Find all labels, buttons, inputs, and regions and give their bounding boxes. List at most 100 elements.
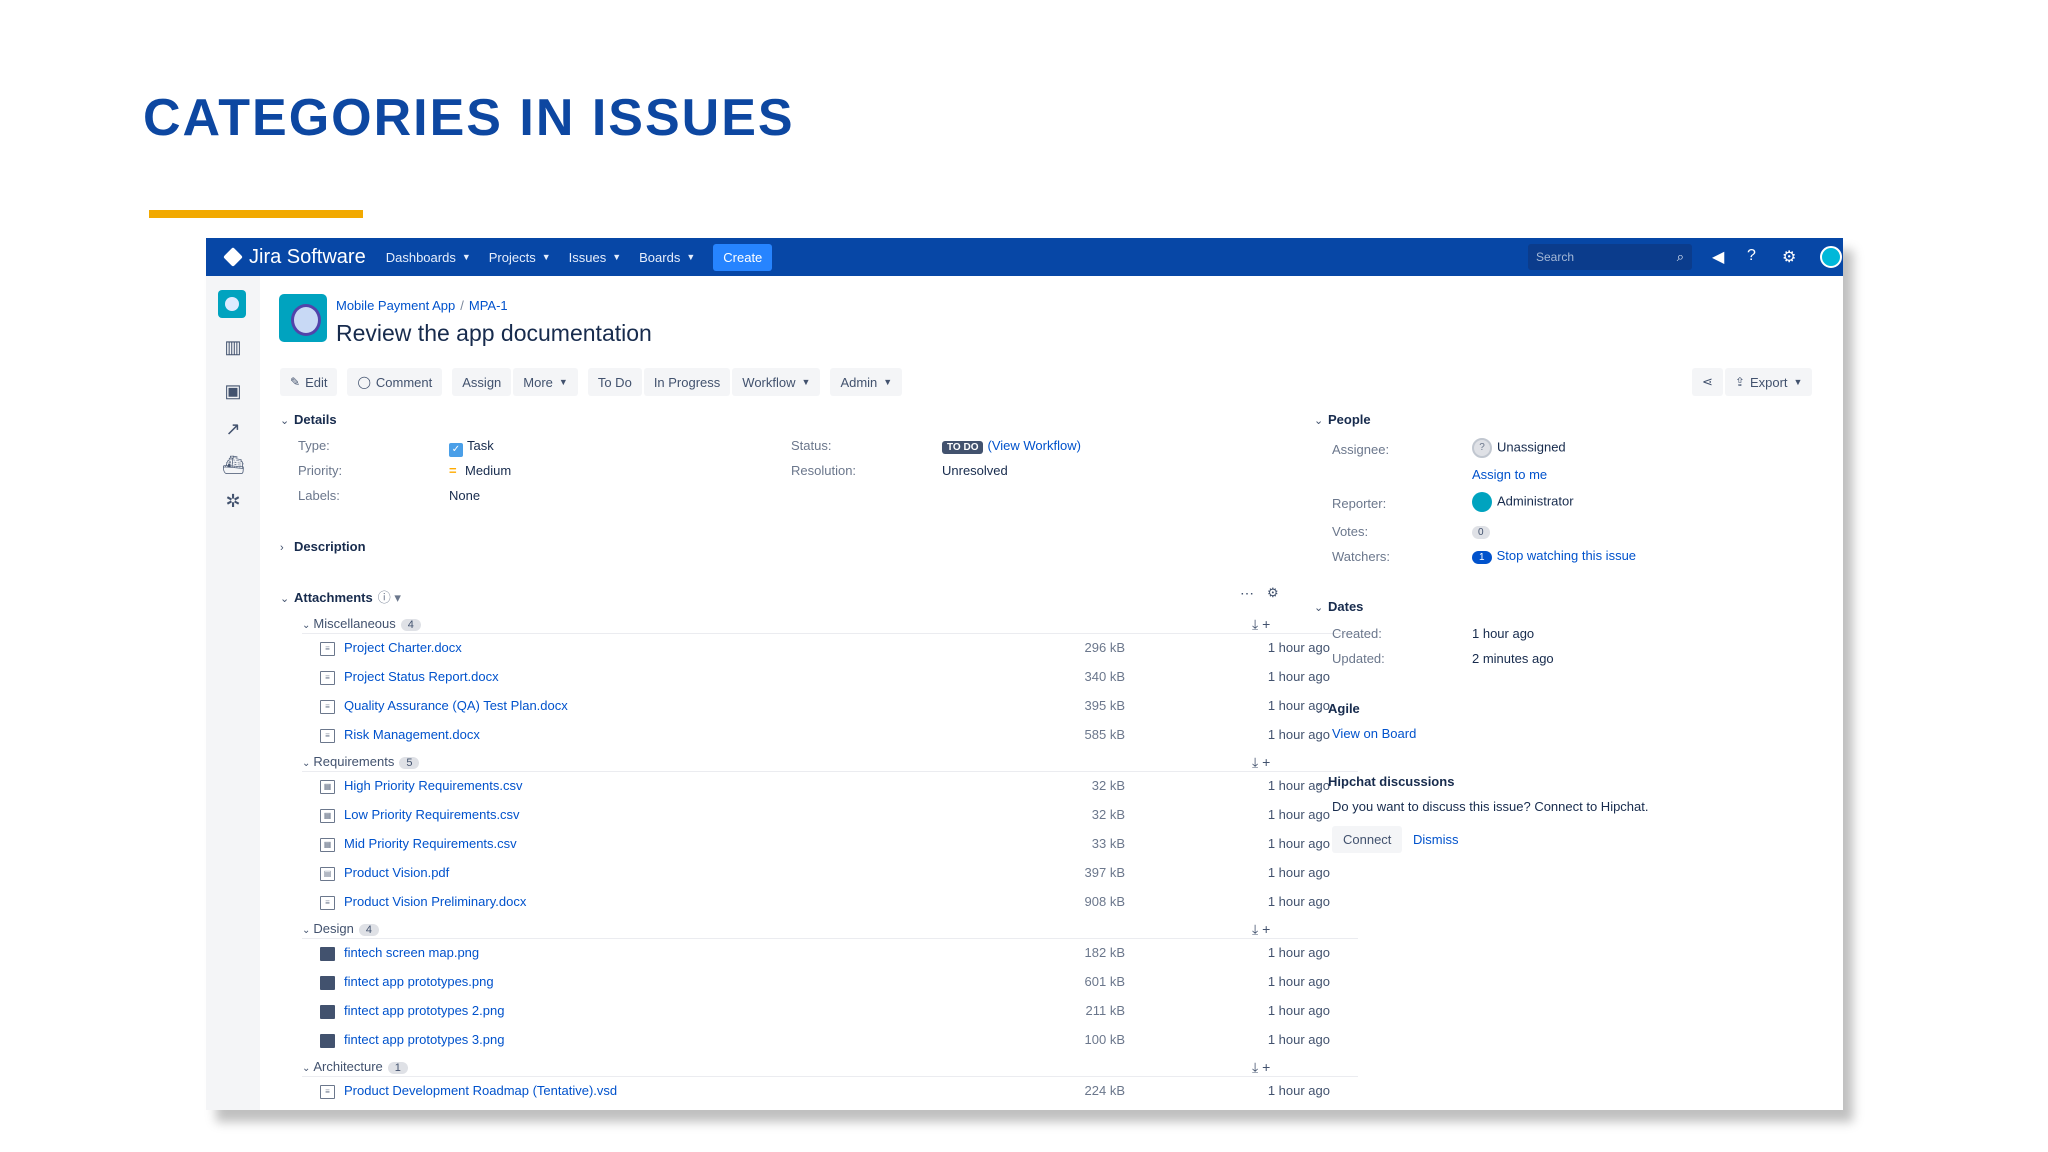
help-icon[interactable]: ⓘ ▾ bbox=[378, 590, 401, 605]
more-options-icon[interactable]: ⋯ bbox=[1240, 585, 1254, 602]
dismiss-link[interactable]: Dismiss bbox=[1413, 832, 1459, 847]
download-icon[interactable]: ⤓ bbox=[1252, 921, 1258, 937]
attachment-row[interactable]: ≡ Risk Management.docx 585 kB 1 hour ago bbox=[320, 727, 1330, 749]
description-heading[interactable]: › Description bbox=[280, 539, 366, 554]
attachment-row[interactable]: ≡ Quality Assurance (QA) Test Plan.docx 39… bbox=[320, 698, 1330, 720]
file-name[interactable]: Product Development Roadmap (Tentative).… bbox=[344, 1083, 617, 1098]
addons-icon[interactable]: ✲ bbox=[222, 490, 244, 512]
attachment-row[interactable]: fintech screen map.png 182 kB 1 hour ago bbox=[320, 945, 1330, 967]
attachment-row[interactable]: fintect app prototypes.png 601 kB 1 hour a… bbox=[320, 974, 1330, 996]
assign-to-me-link[interactable]: Assign to me bbox=[1472, 467, 1547, 482]
comment-button[interactable]: ◯ Comment bbox=[347, 368, 443, 396]
attachment-row[interactable]: ≡ Product Development Roadmap (Tentative)… bbox=[320, 1083, 1330, 1105]
file-name[interactable]: Quality Assurance (QA) Test Plan.docx bbox=[344, 698, 568, 713]
file-name[interactable]: fintect app prototypes 3.png bbox=[344, 1032, 504, 1047]
download-icon[interactable]: ⤓ bbox=[1252, 1059, 1258, 1075]
issue-project-avatar[interactable] bbox=[279, 294, 327, 342]
file-name[interactable]: Project Charter.docx bbox=[344, 640, 462, 655]
project-avatar[interactable] bbox=[218, 290, 246, 318]
breadcrumb-project[interactable]: Mobile Payment App bbox=[336, 298, 455, 313]
attachment-row[interactable]: ▦ High Priority Requirements.csv 32 kB 1 ho… bbox=[320, 778, 1330, 800]
settings-icon[interactable]: ⚙ bbox=[1782, 247, 1796, 267]
reporter-name[interactable]: Administrator bbox=[1497, 493, 1574, 508]
nav-issues[interactable]: Issues ▼ bbox=[569, 250, 622, 265]
add-icon[interactable]: + bbox=[1262, 921, 1270, 937]
issue-title[interactable]: Review the app documentation bbox=[336, 320, 652, 347]
votes-value[interactable]: 0 bbox=[1472, 523, 1490, 539]
attachment-row[interactable]: ▤ Product Vision.pdf 397 kB 1 hour ago bbox=[320, 865, 1330, 887]
jira-logo[interactable]: Jira Software bbox=[223, 245, 366, 269]
file-name[interactable]: Product Vision.pdf bbox=[344, 865, 449, 880]
export-button[interactable]: ⇪ Export ▼ bbox=[1724, 368, 1813, 396]
file-name[interactable]: High Priority Requirements.csv bbox=[344, 778, 522, 793]
attachment-row[interactable]: fintect app prototypes 2.png 211 kB 1 hour… bbox=[320, 1003, 1330, 1025]
file-name[interactable]: Mid Priority Requirements.csv bbox=[344, 836, 517, 851]
user-avatar[interactable] bbox=[1820, 246, 1842, 268]
view-workflow-link[interactable]: (View Workflow) bbox=[987, 438, 1080, 453]
search-input[interactable]: Search ⌕ bbox=[1528, 244, 1692, 270]
group-actions[interactable]: ⤓ + bbox=[1252, 616, 1270, 633]
releases-icon[interactable]: ⛴ bbox=[222, 454, 245, 476]
todo-button[interactable]: To Do bbox=[587, 368, 642, 396]
attachment-row[interactable]: ▦ Mid Priority Requirements.csv 33 kB 1 hou… bbox=[320, 836, 1330, 858]
issues-icon[interactable]: ▣ bbox=[222, 380, 244, 402]
file-name[interactable]: Low Priority Requirements.csv bbox=[344, 807, 520, 822]
attachment-group-miscellaneous[interactable]: ⌄ Miscellaneous 4 bbox=[302, 616, 421, 631]
attachment-settings-icon[interactable]: ⚙ bbox=[1267, 585, 1279, 601]
file-name[interactable]: Risk Management.docx bbox=[344, 727, 480, 742]
workflow-button[interactable]: Workflow ▼ bbox=[732, 368, 821, 396]
breadcrumb-issue-key[interactable]: MPA-1 bbox=[469, 298, 508, 313]
chevron-down-icon: ▼ bbox=[686, 252, 696, 262]
reports-icon[interactable]: ↗ bbox=[222, 418, 244, 440]
nav-issues-label: Issues bbox=[568, 249, 607, 265]
attachment-group-architecture[interactable]: ⌄ Architecture 1 bbox=[302, 1059, 408, 1074]
file-name[interactable]: Project Status Report.docx bbox=[344, 669, 499, 684]
agile-heading[interactable]: ⌄ Agile bbox=[1314, 701, 1360, 716]
megaphone-icon[interactable]: ◀ bbox=[1712, 247, 1724, 267]
file-name[interactable]: fintech screen map.png bbox=[344, 945, 479, 960]
attachment-row[interactable]: ≡ Product Vision Preliminary.docx 908 kB 1 … bbox=[320, 894, 1330, 916]
group-actions[interactable]: ⤓ + bbox=[1252, 754, 1270, 771]
group-actions[interactable]: ⤓ + bbox=[1252, 1059, 1270, 1076]
attachment-group-requirements[interactable]: ⌄ Requirements 5 bbox=[302, 754, 420, 769]
file-name[interactable]: fintect app prototypes.png bbox=[344, 974, 494, 989]
attachment-row[interactable]: ≡ Project Charter.docx 296 kB 1 hour ago bbox=[320, 640, 1330, 662]
add-icon[interactable]: + bbox=[1262, 616, 1270, 632]
nav-boards[interactable]: Boards ▼ bbox=[639, 250, 695, 265]
slide-title: CATEGORIES IN ISSUES bbox=[143, 89, 795, 147]
help-icon[interactable]: ? bbox=[1747, 247, 1756, 265]
add-icon[interactable]: + bbox=[1262, 1059, 1270, 1075]
nav-projects[interactable]: Projects ▼ bbox=[489, 250, 551, 265]
download-icon[interactable]: ⤓ bbox=[1252, 754, 1258, 770]
nav-dashboards[interactable]: Dashboards ▼ bbox=[386, 250, 471, 265]
board-icon[interactable]: ▥ bbox=[222, 336, 244, 358]
people-heading[interactable]: ⌄ People bbox=[1314, 412, 1371, 427]
comment-label: Comment bbox=[375, 374, 433, 390]
in-progress-button[interactable]: In Progress bbox=[643, 368, 731, 396]
admin-button[interactable]: Admin ▼ bbox=[830, 368, 903, 396]
download-icon[interactable]: ⤓ bbox=[1252, 616, 1258, 632]
attachment-row[interactable]: ▦ Low Priority Requirements.csv 32 kB 1 hou… bbox=[320, 807, 1330, 829]
connect-button[interactable]: Connect bbox=[1332, 826, 1403, 853]
attachments-heading[interactable]: ⌄ Attachments ⓘ ▾ bbox=[280, 587, 401, 606]
jira-logo-text: Jira Software bbox=[249, 245, 366, 268]
details-heading[interactable]: ⌄ Details bbox=[280, 412, 337, 427]
attachment-group-design[interactable]: ⌄ Design 4 bbox=[302, 921, 379, 936]
add-icon[interactable]: + bbox=[1262, 754, 1270, 770]
create-button[interactable]: Create bbox=[713, 243, 773, 271]
attachment-row[interactable]: fintect app prototypes 3.png 100 kB 1 hour… bbox=[320, 1032, 1330, 1054]
file-name[interactable]: fintect app prototypes 2.png bbox=[344, 1003, 504, 1018]
file-size: 32 kB bbox=[1091, 778, 1125, 793]
share-button[interactable]: ⋖ bbox=[1692, 368, 1723, 396]
stop-watching-link[interactable]: Stop watching this issue bbox=[1497, 548, 1636, 563]
view-on-board-link[interactable]: View on Board bbox=[1332, 726, 1416, 741]
watchers-badge[interactable]: 1 bbox=[1472, 551, 1492, 564]
group-actions[interactable]: ⤓ + bbox=[1252, 921, 1270, 938]
dates-heading[interactable]: ⌄ Dates bbox=[1314, 599, 1363, 614]
attachment-row[interactable]: ≡ Project Status Report.docx 340 kB 1 hour … bbox=[320, 669, 1330, 691]
assign-button[interactable]: Assign bbox=[452, 368, 512, 396]
hipchat-heading[interactable]: ⌄ Hipchat discussions bbox=[1314, 774, 1454, 789]
more-button[interactable]: More ▼ bbox=[513, 368, 578, 396]
edit-button[interactable]: ✎ Edit bbox=[280, 368, 338, 396]
file-name[interactable]: Product Vision Preliminary.docx bbox=[344, 894, 526, 909]
